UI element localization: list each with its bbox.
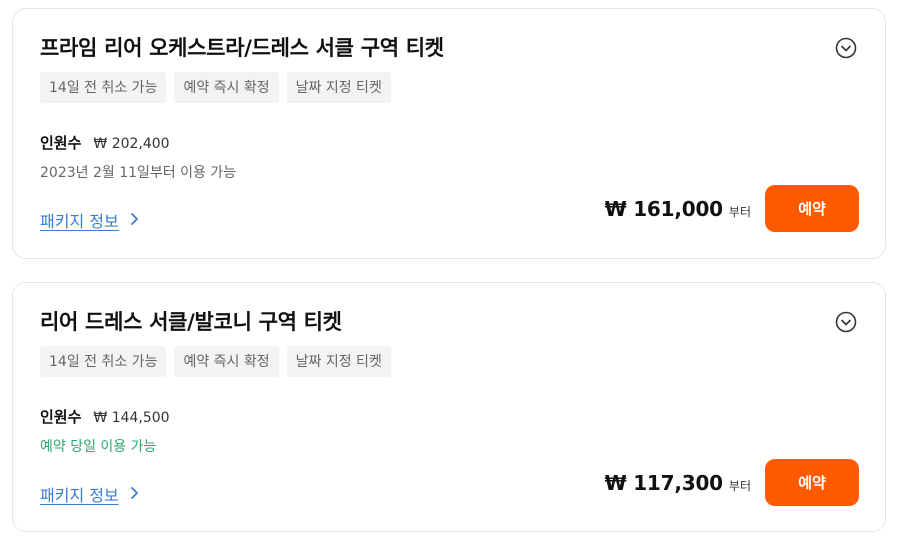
- price-suffix: 부터: [728, 479, 751, 493]
- product-title: 프라임 리어 오케스트라/드레스 서클 구역 티켓: [40, 36, 444, 60]
- price-suffix: 부터: [728, 205, 751, 219]
- feature-tags: 14일 전 취소 가능 예약 즉시 확정 날짜 지정 티켓: [40, 346, 391, 377]
- price-block: ₩ 117,300 부터: [605, 471, 751, 495]
- product-card: 리어 드레스 서클/발코니 구역 티켓 14일 전 취소 가능 예약 즉시 확정…: [12, 282, 886, 532]
- pax-price: ₩ 144,500: [93, 410, 170, 426]
- tag-dated-ticket: 날짜 지정 티켓: [286, 346, 391, 377]
- chevron-right-icon: [129, 211, 139, 230]
- product-card: 프라임 리어 오케스트라/드레스 서클 구역 티켓 14일 전 취소 가능 예약…: [12, 8, 886, 259]
- tag-instant-confirm: 예약 즉시 확정: [174, 346, 279, 377]
- price-block: ₩ 161,000 부터: [605, 197, 751, 221]
- price-value: ₩ 161,000: [604, 197, 724, 221]
- chevron-right-icon: [129, 485, 139, 504]
- package-info-link[interactable]: 패키지 정보: [40, 208, 139, 232]
- tag-instant-confirm: 예약 즉시 확정: [174, 72, 279, 103]
- tag-dated-ticket: 날짜 지정 티켓: [286, 72, 391, 103]
- package-info-label: 패키지 정보: [40, 212, 119, 231]
- package-info-label: 패키지 정보: [40, 486, 119, 505]
- chevron-down-circle-icon[interactable]: [835, 311, 857, 333]
- pax-label: 인원수: [40, 408, 82, 426]
- tag-cancellation: 14일 전 취소 가능: [40, 346, 167, 377]
- price-value: ₩ 117,300: [604, 471, 724, 495]
- pax-label: 인원수: [40, 134, 82, 152]
- reserve-button[interactable]: 예약: [765, 459, 859, 506]
- product-option-list: 프라임 리어 오케스트라/드레스 서클 구역 티켓 14일 전 취소 가능 예약…: [0, 0, 900, 544]
- product-title: 리어 드레스 서클/발코니 구역 티켓: [40, 310, 342, 334]
- availability-text: 2023년 2월 11일부터 이용 가능: [40, 165, 237, 181]
- feature-tags: 14일 전 취소 가능 예약 즉시 확정 날짜 지정 티켓: [40, 72, 391, 103]
- tag-cancellation: 14일 전 취소 가능: [40, 72, 167, 103]
- availability-text: 예약 당일 이용 가능: [40, 439, 157, 455]
- chevron-down-circle-icon[interactable]: [835, 37, 857, 59]
- pax-price: ₩ 202,400: [93, 136, 170, 152]
- pax-row: 인원수 ₩ 202,400: [40, 132, 170, 153]
- reserve-button[interactable]: 예약: [765, 185, 859, 232]
- pax-row: 인원수 ₩ 144,500: [40, 406, 170, 427]
- package-info-link[interactable]: 패키지 정보: [40, 482, 139, 506]
